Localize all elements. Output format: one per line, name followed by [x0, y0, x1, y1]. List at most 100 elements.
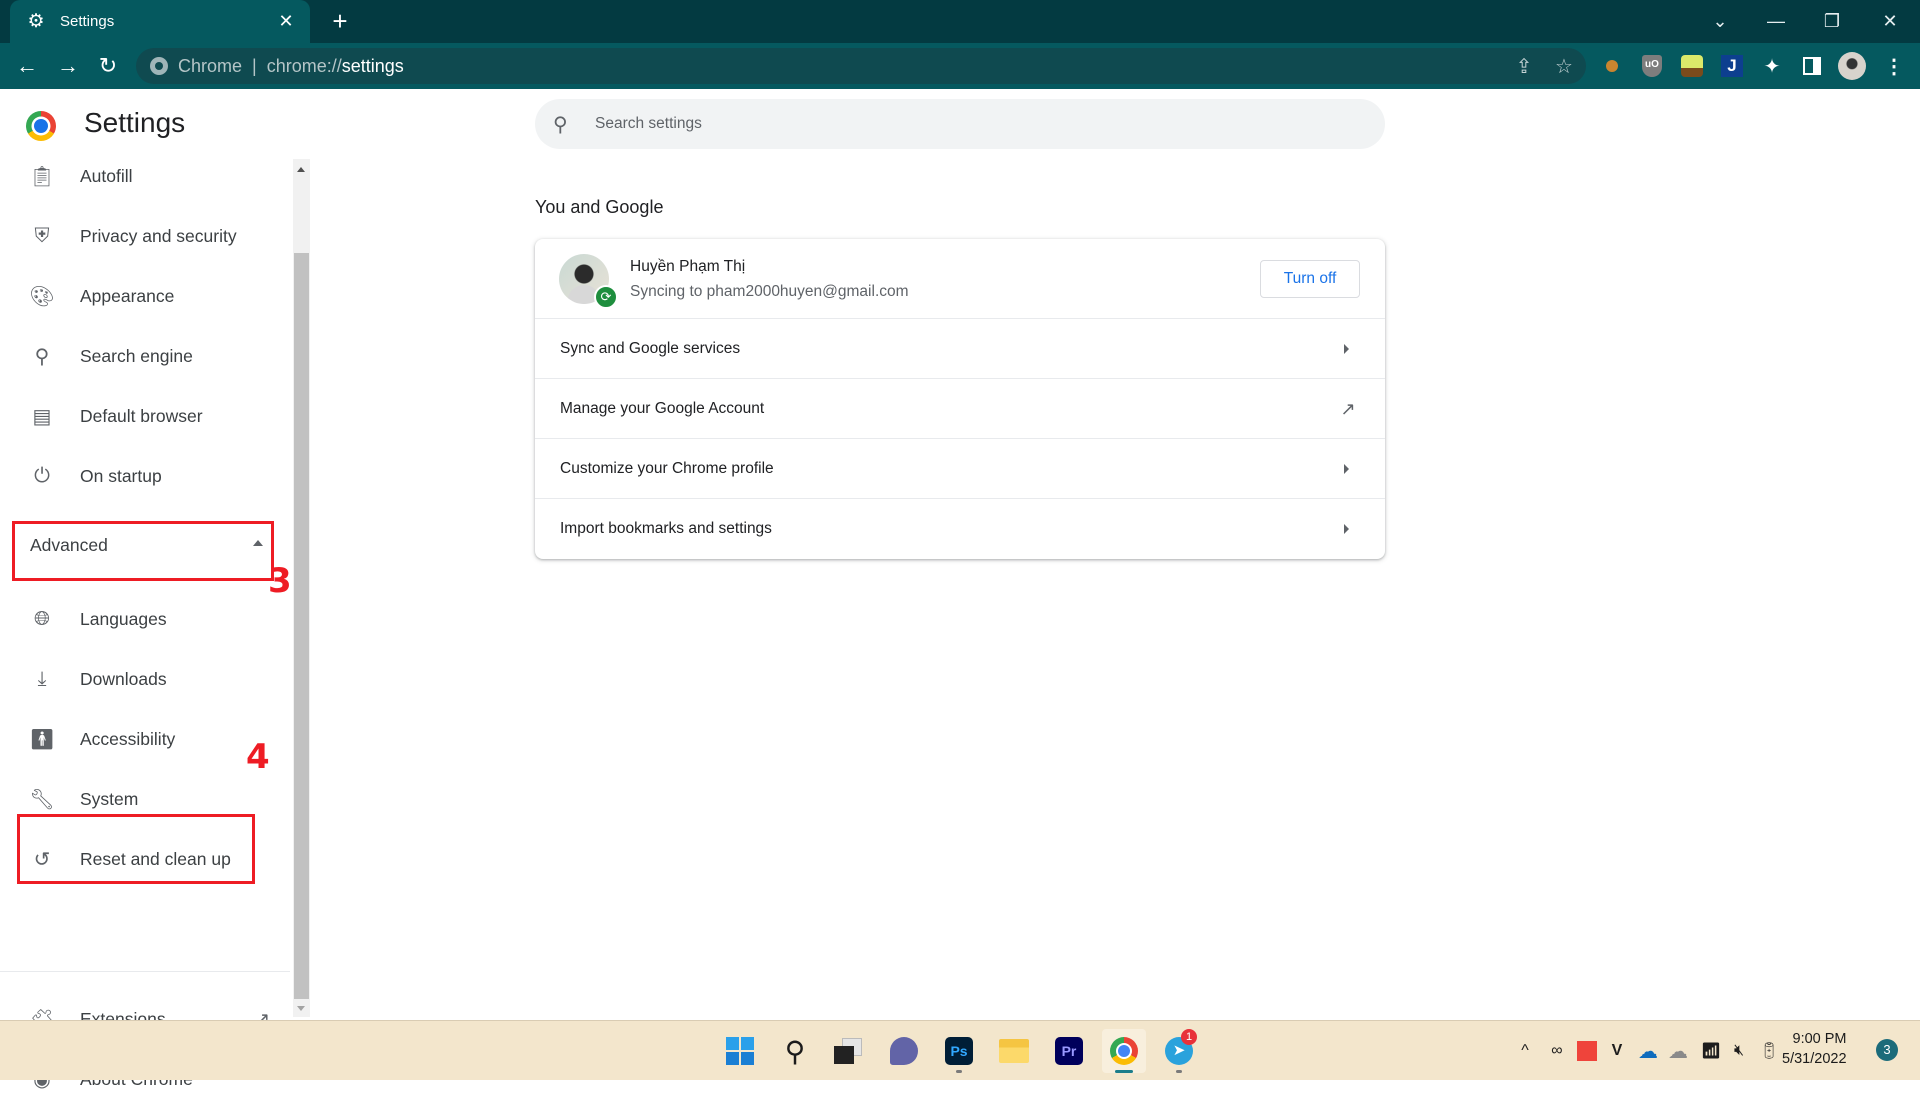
volume-muted-icon[interactable]: 🔇︎	[1726, 1038, 1752, 1064]
teams-chat-icon[interactable]	[882, 1029, 926, 1073]
notification-count-badge[interactable]: 3	[1876, 1039, 1898, 1061]
sidebar-divider	[0, 971, 290, 972]
history-reset-icon: ↺	[33, 848, 51, 871]
folder-icon	[999, 1039, 1029, 1063]
file-explorer-app[interactable]	[992, 1029, 1036, 1073]
row-manage-google-account[interactable]: Manage your Google Account ↗	[535, 379, 1385, 439]
turn-off-sync-button[interactable]: Turn off	[1260, 260, 1360, 298]
browser-window-icon: ▤	[32, 405, 52, 428]
download-icon: ⤓	[37, 667, 47, 690]
open-in-new-icon: ↗	[1340, 398, 1356, 419]
address-bar[interactable]: Chrome | chrome:// settings ⇪ ☆	[136, 48, 1586, 84]
creative-cloud-tray-icon[interactable]: ∞	[1544, 1038, 1570, 1064]
extensions-puzzle-icon[interactable]: ✦	[1758, 52, 1786, 80]
reload-button[interactable]: ↻	[93, 51, 123, 81]
row-label: Customize your Chrome profile	[560, 459, 774, 477]
row-label: Sync and Google services	[560, 339, 741, 357]
share-icon[interactable]: ⇪	[1512, 54, 1536, 79]
sidebar-item-label: System	[80, 788, 139, 809]
sidebar-item-label: Accessibility	[80, 728, 176, 749]
row-label: Import bookmarks and settings	[560, 520, 772, 537]
sidebar-item-reset-and-clean-up[interactable]: ↺ Reset and clean up	[0, 829, 290, 889]
gear-icon: ⚙	[27, 10, 45, 32]
row-sync-and-google-services[interactable]: Sync and Google services	[535, 319, 1385, 379]
chrome-menu-icon[interactable]: ⋮	[1880, 52, 1908, 80]
sidebar-item-label: Reset and clean up	[80, 848, 231, 869]
ublock-origin-icon[interactable]: uO	[1638, 52, 1666, 80]
onedrive-personal-tray-icon[interactable]: ☁	[1664, 1038, 1692, 1064]
tab-search-button[interactable]: ⌄	[1692, 0, 1748, 43]
windows-logo-icon	[726, 1037, 754, 1065]
search-icon: ⚲	[34, 345, 50, 368]
scroll-thumb[interactable]	[294, 253, 309, 999]
scroll-down-arrow-icon[interactable]	[297, 1006, 305, 1011]
sidebar-item-appearance[interactable]: 🎨︎ Appearance	[0, 266, 290, 326]
power-icon: ⏻	[34, 464, 50, 487]
chevron-right-icon	[1344, 524, 1349, 534]
battery-charging-icon[interactable]: 🔋︎	[1756, 1038, 1782, 1064]
tab-close-button[interactable]: ✕	[274, 11, 298, 32]
cookie-extension-icon[interactable]	[1598, 52, 1626, 80]
photoshop-app[interactable]: Ps	[937, 1029, 981, 1073]
sidebar-item-languages[interactable]: 🌐︎ Languages	[0, 589, 290, 649]
tray-overflow-button[interactable]: ^	[1512, 1038, 1538, 1064]
chevron-right-icon	[1344, 343, 1349, 354]
system-clock[interactable]: 9:00 PM 5/31/2022	[1782, 1029, 1847, 1069]
sidebar-item-on-startup[interactable]: ⏻ On startup	[0, 446, 290, 506]
sidebar-item-label: Languages	[80, 608, 167, 629]
j-extension-icon[interactable]: J	[1718, 52, 1746, 80]
tab-settings[interactable]: ⚙ Settings ✕	[10, 0, 310, 43]
photoshop-icon: Ps	[945, 1037, 973, 1065]
sidebar-advanced-toggle[interactable]: Advanced	[12, 521, 274, 581]
wrench-icon: 🔧︎	[29, 788, 55, 811]
profile-avatar[interactable]	[1838, 52, 1866, 80]
restore-button[interactable]: ❐	[1804, 0, 1860, 43]
shield-icon: ⛨	[34, 224, 50, 247]
sidebar-item-privacy[interactable]: ⛨ Privacy and security	[0, 206, 290, 266]
sidebar-item-label: Default browser	[80, 405, 203, 426]
omnibox-separator: |	[252, 55, 257, 76]
section-title: You and Google	[535, 197, 664, 217]
sidebar-item-default-browser[interactable]: ▤ Default browser	[0, 386, 290, 446]
chrome-taskbar-icon	[1110, 1037, 1138, 1065]
sidebar-item-search-engine[interactable]: ⚲ Search engine	[0, 326, 290, 386]
premiere-app[interactable]: Pr	[1047, 1029, 1091, 1073]
sidebar-item-autofill[interactable]: 📋︎ Autofill	[0, 146, 290, 206]
row-label: Manage your Google Account	[560, 399, 765, 417]
minimize-button[interactable]: —	[1748, 0, 1804, 43]
accessibility-icon: 🚹︎	[29, 728, 55, 751]
url-prefix: chrome://	[266, 55, 342, 76]
scroll-up-arrow-icon[interactable]	[297, 167, 305, 172]
back-button[interactable]: ←	[12, 51, 42, 81]
chrome-app[interactable]	[1102, 1029, 1146, 1073]
profile-row: ⟳ Huyền Phạm Thị Syncing to pham2000huye…	[535, 239, 1385, 319]
bookmark-star-icon[interactable]: ☆	[1552, 54, 1576, 79]
forward-button[interactable]: →	[53, 51, 83, 81]
task-view-icon[interactable]	[827, 1029, 871, 1073]
windows-taskbar: ⚲ Ps Pr ➤ 1 ^ ∞ V ☁ ☁ 📶︎ 🔇︎ 🔋︎ 9:00 PM 5…	[0, 1020, 1920, 1080]
chrome-logo-icon	[26, 111, 56, 141]
new-tab-button[interactable]: +	[326, 8, 354, 36]
telegram-app[interactable]: ➤ 1	[1157, 1029, 1201, 1073]
wifi-icon[interactable]: 📶︎	[1698, 1038, 1724, 1064]
v-app-tray-icon[interactable]: V	[1604, 1038, 1630, 1064]
close-window-button[interactable]: ✕	[1862, 0, 1918, 43]
search-input[interactable]	[595, 115, 1295, 133]
sidebar-item-label: Privacy and security	[80, 225, 237, 246]
sidebar-item-system[interactable]: 🔧︎ System	[0, 769, 290, 829]
clock-time: 9:00 PM	[1792, 1031, 1847, 1047]
taskbar-search-icon[interactable]: ⚲	[773, 1029, 817, 1073]
sidebar-item-downloads[interactable]: ⤓ Downloads	[0, 649, 290, 709]
row-import-bookmarks[interactable]: Import bookmarks and settings	[535, 499, 1385, 559]
row-customize-chrome-profile[interactable]: Customize your Chrome profile	[535, 439, 1385, 499]
tab-title: Settings	[60, 13, 115, 30]
side-panel-icon[interactable]	[1798, 52, 1826, 80]
start-button[interactable]	[718, 1029, 762, 1073]
sidebar-scrollbar[interactable]	[293, 159, 310, 1017]
page-title: Settings	[84, 107, 186, 138]
forest-extension-icon[interactable]	[1678, 52, 1706, 80]
search-settings-box[interactable]: ⚲	[535, 99, 1385, 149]
caret-up-icon	[253, 540, 263, 546]
onedrive-tray-icon[interactable]: ☁	[1634, 1038, 1662, 1064]
anydesk-tray-icon[interactable]	[1574, 1038, 1600, 1064]
